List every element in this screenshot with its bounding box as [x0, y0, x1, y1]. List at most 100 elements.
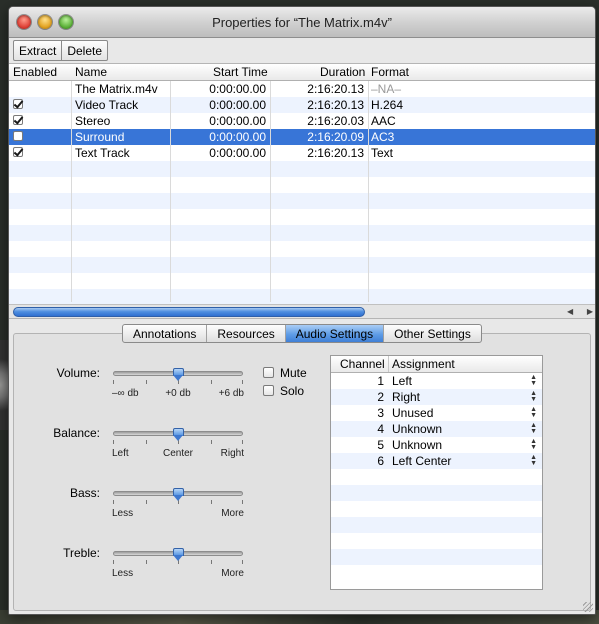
mute-checkbox[interactable]: [263, 367, 274, 378]
track-duration: 2:16:20.09: [307, 130, 364, 144]
track-duration: 2:16:20.13: [307, 82, 364, 96]
updown-arrows-icon[interactable]: ▲ ▼: [530, 438, 537, 451]
column-header-duration[interactable]: Duration: [320, 65, 365, 79]
delete-button[interactable]: Delete: [61, 41, 107, 60]
empty-row: [331, 565, 542, 581]
volume-max-label: +6 db: [218, 388, 244, 399]
track-row[interactable]: Text Track 0:00:00.00 2:16:20.13 Text: [9, 145, 595, 161]
scroll-right-icon[interactable]: ▶: [587, 307, 593, 316]
bass-min-label: Less: [112, 508, 134, 519]
track-start-time: 0:00:00.00: [209, 146, 266, 160]
channel-number: 1: [377, 374, 384, 388]
channel-table-body: 1 Left ▲ ▼ 2 Right ▲ ▼ 3 Unused ▲ ▼ 4 Unknown ▲ ▼ 5 Unkno…: [331, 373, 542, 581]
track-duration: 2:16:20.03: [307, 114, 364, 128]
column-header-assignment[interactable]: Assignment: [392, 357, 455, 371]
empty-row: [9, 241, 595, 257]
balance-label: Balance:: [53, 426, 100, 440]
track-format: –NA–: [371, 82, 402, 96]
updown-arrows-icon[interactable]: ▲ ▼: [530, 390, 537, 403]
channel-assignment-popup[interactable]: Left: [392, 374, 412, 388]
channel-assignment-popup[interactable]: Unknown: [392, 422, 442, 436]
title-bar[interactable]: Properties for “The Matrix.m4v”: [9, 7, 595, 38]
channel-row[interactable]: 6 Left Center ▲ ▼: [331, 453, 542, 469]
channel-row[interactable]: 1 Left ▲ ▼: [331, 373, 542, 389]
channel-assignment-popup[interactable]: Unused: [392, 406, 433, 420]
track-format: Text: [371, 146, 394, 160]
bass-label: Bass:: [69, 486, 100, 500]
column-header-enabled[interactable]: Enabled: [13, 65, 57, 79]
empty-row: [9, 177, 595, 193]
updown-arrows-icon[interactable]: ▲ ▼: [530, 454, 537, 467]
channel-assignment-popup[interactable]: Left Center: [392, 454, 451, 468]
resize-grip-icon[interactable]: [583, 602, 593, 612]
volume-min-label: –∞ db: [112, 388, 139, 399]
track-row[interactable]: The Matrix.m4v 0:00:00.00 2:16:20.13 –NA–: [9, 81, 595, 97]
updown-arrows-icon[interactable]: ▲ ▼: [530, 406, 537, 419]
track-enabled-checkbox[interactable]: [13, 99, 23, 109]
column-header-start-time[interactable]: Start Time: [213, 65, 268, 79]
properties-window: Properties for “The Matrix.m4v” Extract …: [8, 6, 596, 615]
tracks-table-body: The Matrix.m4v 0:00:00.00 2:16:20.13 –NA– Vi…: [9, 81, 595, 305]
column-header-name[interactable]: Name: [75, 65, 107, 79]
track-name: Stereo: [75, 114, 111, 128]
balance-slider-knob[interactable]: [173, 428, 184, 441]
tab-audio-settings[interactable]: Audio Settings: [284, 325, 384, 342]
track-start-time: 0:00:00.00: [209, 82, 266, 96]
window-title: Properties for “The Matrix.m4v”: [212, 15, 392, 30]
treble-slider-knob[interactable]: [173, 548, 184, 561]
tracks-table-header: Enabled Name Start Time Duration Format: [9, 64, 595, 81]
channel-row[interactable]: 3 Unused ▲ ▼: [331, 405, 542, 421]
track-duration: 2:16:20.13: [307, 98, 364, 112]
volume-label: Volume:: [56, 366, 100, 380]
tab-resources[interactable]: Resources: [206, 325, 284, 342]
column-header-format[interactable]: Format: [371, 65, 409, 79]
tab-annotations[interactable]: Annotations: [123, 325, 206, 342]
channel-row[interactable]: 4 Unknown ▲ ▼: [331, 421, 542, 437]
track-start-time: 0:00:00.00: [209, 114, 266, 128]
empty-row: [9, 289, 595, 305]
solo-checkbox[interactable]: [263, 385, 274, 396]
bass-slider-knob[interactable]: [173, 488, 184, 501]
empty-row: [331, 533, 542, 549]
column-header-channel[interactable]: Channel: [340, 357, 385, 371]
track-duration: 2:16:20.13: [307, 146, 364, 160]
balance-max-label: Right: [220, 448, 244, 459]
empty-row: [9, 193, 595, 209]
channel-assignment-popup[interactable]: Unknown: [392, 438, 442, 452]
channel-row[interactable]: 5 Unknown ▲ ▼: [331, 437, 542, 453]
updown-arrows-icon[interactable]: ▲ ▼: [530, 422, 537, 435]
track-enabled-checkbox[interactable]: [13, 147, 23, 157]
balance-min-label: Left: [112, 448, 129, 459]
track-start-time: 0:00:00.00: [209, 98, 266, 112]
volume-slider-knob[interactable]: [173, 368, 184, 381]
track-format: AC3: [371, 130, 395, 144]
empty-row: [9, 257, 595, 273]
empty-row: [331, 469, 542, 485]
track-name: The Matrix.m4v: [75, 82, 158, 96]
scrollbar-thumb[interactable]: [13, 307, 365, 317]
track-row[interactable]: Video Track 0:00:00.00 2:16:20.13 H.264: [9, 97, 595, 113]
track-name: Surround: [75, 130, 125, 144]
tab-other-settings[interactable]: Other Settings: [383, 325, 481, 342]
empty-row: [331, 549, 542, 565]
channel-row[interactable]: 2 Right ▲ ▼: [331, 389, 542, 405]
toolbar: Extract Delete: [9, 38, 595, 63]
channel-number: 6: [377, 454, 384, 468]
updown-arrows-icon[interactable]: ▲ ▼: [530, 374, 537, 387]
treble-label: Treble:: [63, 546, 100, 560]
scroll-arrows[interactable]: ◀ ▶: [567, 305, 593, 317]
track-action-buttons: Extract Delete: [13, 40, 109, 61]
channel-table-header: Channel Assignment: [331, 356, 542, 373]
settings-tab-bar: Annotations Resources Audio Settings Oth…: [122, 324, 482, 343]
track-enabled-checkbox[interactable]: [13, 115, 23, 125]
empty-row: [9, 161, 595, 177]
extract-button[interactable]: Extract: [14, 41, 61, 60]
track-enabled-checkbox[interactable]: [13, 131, 23, 141]
horizontal-scrollbar[interactable]: ◀ ▶: [9, 304, 595, 318]
scroll-left-icon[interactable]: ◀: [567, 307, 573, 316]
track-row[interactable]: Surround 0:00:00.00 2:16:20.09 AC3: [9, 129, 595, 145]
track-row[interactable]: Stereo 0:00:00.00 2:16:20.03 AAC: [9, 113, 595, 129]
channel-assignment-popup[interactable]: Right: [392, 390, 420, 404]
mute-label: Mute: [280, 366, 307, 380]
track-format: H.264: [371, 98, 404, 112]
